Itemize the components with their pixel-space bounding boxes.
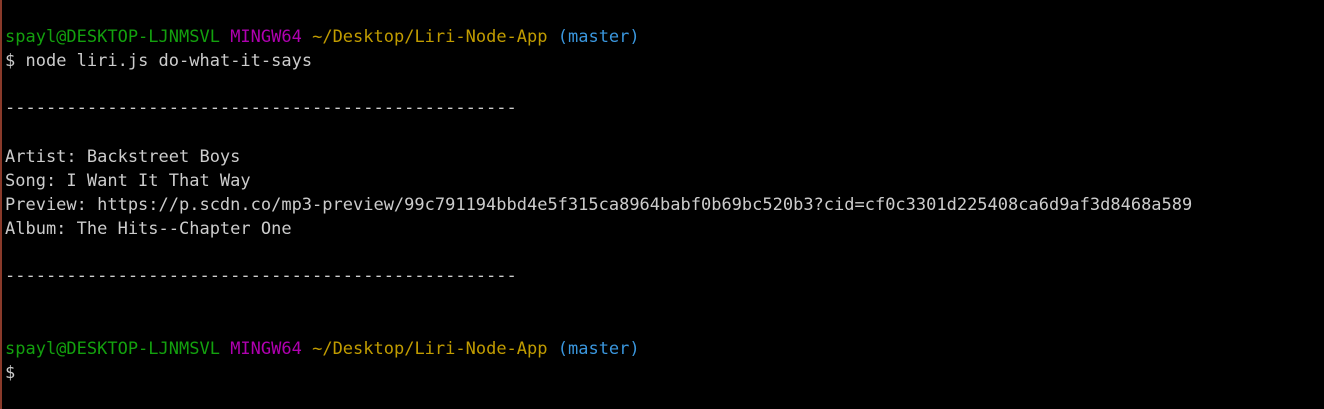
prompt-path: ~/Desktop/Liri-Node-App (312, 27, 548, 47)
text-cursor (26, 364, 35, 382)
prompt-line-1: spayl@DESKTOP-LJNMSVL MINGW64 ~/Desktop/… (5, 25, 640, 49)
prompt-user-host: spayl@DESKTOP-LJNMSVL (5, 27, 220, 47)
prompt-shell-name: MINGW64 (230, 27, 302, 47)
terminal-window[interactable]: spayl@DESKTOP-LJNMSVL MINGW64 ~/Desktop/… (0, 0, 1324, 409)
prompt-branch: (master) (557, 339, 640, 359)
command-text: node liri.js do-what-it-says (25, 51, 313, 71)
output-song: Song: I Want It That Way (5, 171, 251, 191)
command-line: $ node liri.js do-what-it-says (5, 49, 312, 73)
separator-bottom: ----------------------------------------… (5, 266, 517, 286)
command-prompt-symbol: $ (5, 51, 16, 71)
prompt-branch: (master) (557, 27, 640, 47)
prompt-shell-name: MINGW64 (230, 339, 302, 359)
output-preview: Preview: https://p.scdn.co/mp3-preview/9… (5, 195, 1193, 215)
input-prompt-symbol: $ (5, 363, 16, 383)
prompt-user-host: spayl@DESKTOP-LJNMSVL (5, 339, 220, 359)
separator-top: ----------------------------------------… (5, 98, 517, 118)
output-artist: Artist: Backstreet Boys (5, 147, 241, 167)
output-album: Album: The Hits--Chapter One (5, 219, 292, 239)
input-line[interactable]: $ (5, 361, 35, 385)
prompt-path: ~/Desktop/Liri-Node-App (312, 339, 548, 359)
prompt-line-2: spayl@DESKTOP-LJNMSVL MINGW64 ~/Desktop/… (5, 337, 640, 361)
